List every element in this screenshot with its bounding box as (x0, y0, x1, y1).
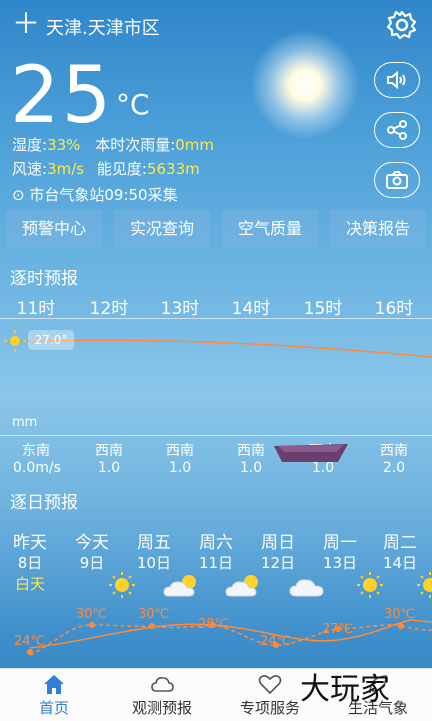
humidity-row: 湿度:33% 本时次雨量:0mm (12, 136, 215, 154)
daily-forecast-title: 逐日预报 (10, 493, 78, 513)
cloud-icon (151, 677, 174, 692)
current-temperature: 25 (10, 51, 114, 141)
temp-point (398, 623, 404, 629)
city-name[interactable]: 天津.天津市区 (46, 14, 160, 40)
live-query-button[interactable]: 实况查询 (114, 210, 210, 248)
high-temp-label: 30℃ (76, 607, 108, 622)
divider (0, 318, 432, 319)
gear-icon[interactable] (386, 9, 418, 41)
sun-icon (109, 572, 135, 598)
wind-value: 3m/s (47, 160, 85, 178)
warning-center-button[interactable]: 预警中心 (6, 210, 102, 248)
sun-icon (417, 572, 432, 598)
wind-speed: 1.0 (168, 460, 192, 476)
hour-label: 12时 (89, 299, 129, 319)
speaker-button[interactable] (374, 62, 420, 98)
camera-icon (386, 171, 408, 189)
rain-value: 0mm (175, 136, 215, 154)
hour-label: 13时 (160, 299, 200, 319)
hourly-temp-badge: 27.0° (28, 330, 74, 350)
low-temp-label: 24℃ (14, 634, 46, 649)
hour-label: 14时 (231, 299, 271, 319)
divider (0, 435, 432, 436)
hourly-forecast-title: 逐时预报 (10, 269, 78, 289)
sun-icon (357, 572, 383, 598)
wind-direction: 西南 (380, 443, 408, 459)
high-temp-label: 30℃ (138, 607, 170, 622)
temperature-unit: °C (116, 88, 150, 121)
humidity-value: 33% (47, 136, 81, 154)
top-bar: ＋ 天津.天津市区 (0, 0, 432, 50)
home-icon (44, 675, 64, 694)
decision-report-button[interactable]: 决策报告 (330, 210, 426, 248)
air-quality-button[interactable]: 空气质量 (222, 210, 318, 248)
heart-icon (258, 675, 282, 695)
boat-image (274, 444, 348, 462)
hour-label: 11时 (16, 299, 56, 319)
nav-home[interactable]: 首页 (0, 669, 108, 721)
watermark-logo: 大玩家 (300, 672, 390, 707)
partly-cloudy-icon (163, 575, 196, 597)
wind-direction: 东南 (22, 443, 50, 459)
temp-point (149, 623, 155, 629)
station-info: ⊙ 市台气象站09:50采集 (12, 186, 178, 204)
speaker-icon (387, 70, 406, 90)
temp-point (27, 649, 33, 655)
hour-label: 15时 (303, 299, 343, 319)
low-temp-label: 28℃ (198, 617, 230, 632)
temp-point (89, 622, 95, 628)
low-temp-label: 27℃ (322, 622, 354, 637)
camera-button[interactable] (374, 162, 420, 198)
wind-speed: 2.0 (382, 460, 406, 476)
nav-forecast[interactable]: 观测预报 (108, 669, 216, 721)
wind-row: 风速:3m/s 能见度:5633m (12, 160, 200, 178)
weather-text: 白天 (14, 575, 45, 593)
visibility-value: 5633m (146, 160, 200, 178)
low-temp-label: 24℃ (260, 634, 292, 649)
daily-temp-chart (27, 619, 432, 656)
wind-direction: 西南 (95, 443, 123, 459)
high-temp-line (29, 623, 432, 656)
hour-label: 16时 (374, 299, 414, 319)
rain-unit-label: mm (12, 415, 38, 430)
wind-speed: 0.0m/s (13, 460, 61, 476)
share-icon (387, 120, 407, 140)
share-button[interactable] (374, 112, 420, 148)
wind-speed: 1.0 (97, 460, 121, 476)
partly-cloudy-icon (225, 575, 258, 597)
add-city-icon[interactable]: ＋ (12, 10, 40, 38)
wind-direction: 西南 (166, 443, 194, 459)
location-pin-icon: ⊙ (12, 186, 25, 204)
cloud-icon (289, 579, 324, 597)
high-temp-label: 30℃ (384, 607, 416, 622)
